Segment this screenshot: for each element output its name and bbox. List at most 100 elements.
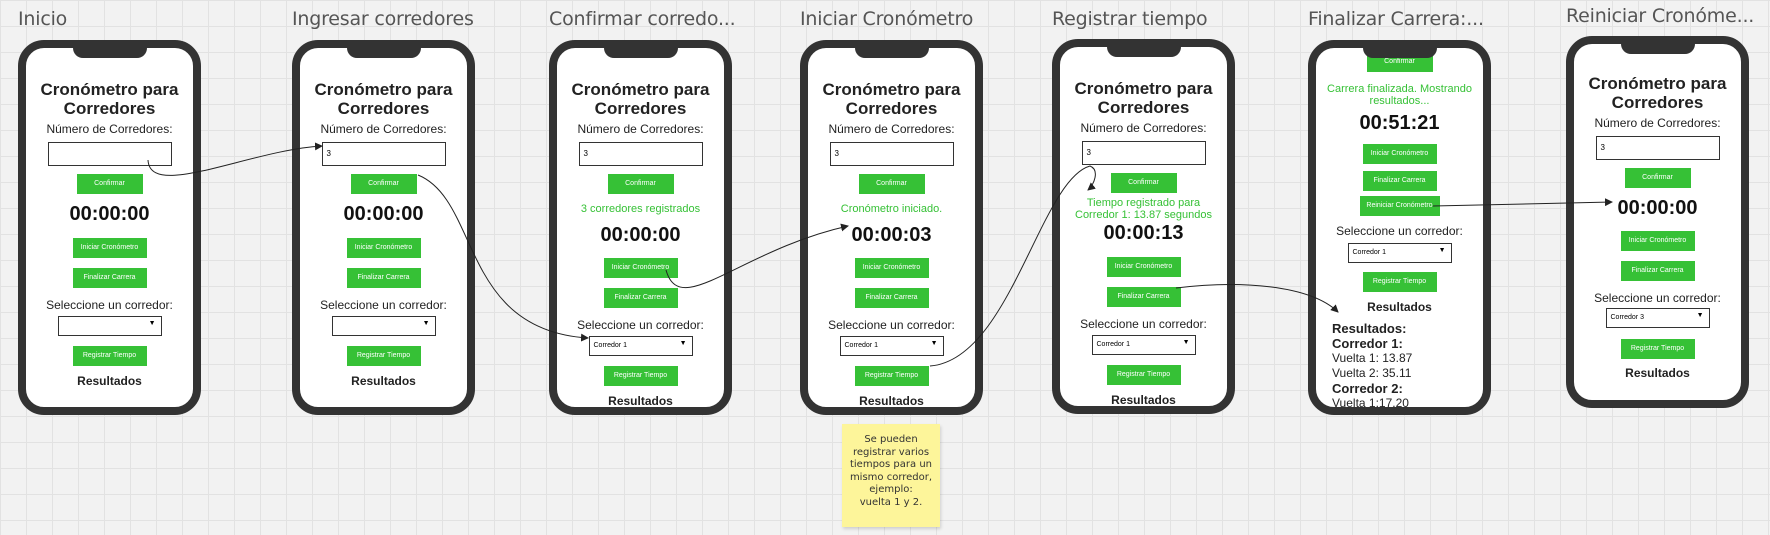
app-title: Cronómetro para Corredores [571, 80, 710, 118]
num-corredores-input[interactable]: 3 [578, 142, 703, 166]
confirm-button[interactable]: Confirmar [1624, 168, 1691, 188]
results-label: Resultados [1367, 300, 1432, 314]
phone-notch [72, 48, 147, 58]
sticky-line: Se pueden [864, 434, 918, 445]
num-label: Número de Corredores: [577, 122, 704, 136]
phone-confirmar: Cronómetro para Corredores Número de Corr… [549, 40, 732, 415]
phone-notch [854, 48, 929, 58]
finish-button[interactable]: Finalizar Carrera [603, 288, 678, 308]
finish-button[interactable]: Finalizar Carrera [1620, 261, 1695, 281]
finish-button[interactable]: Finalizar Carrera [1362, 171, 1437, 191]
app-title: Cronómetro para Corredores [1074, 79, 1213, 117]
runner-heading: Corredor 2: [1332, 381, 1403, 396]
lap-entry: Vuelta 2: 35.11 [1332, 366, 1412, 380]
runner-select[interactable]: Corredor 1 ▼ [1091, 335, 1196, 355]
timer-display: 00:00:00 [1617, 197, 1698, 219]
results-label: Resultados [77, 374, 142, 388]
num-label: Número de Corredores: [320, 122, 447, 136]
phone-notch [1362, 48, 1437, 58]
frame-title-ingresar[interactable]: Ingresar corredores [292, 8, 474, 30]
select-label: Seleccione un corredor: [1336, 224, 1463, 238]
caret-down-icon: ▼ [148, 320, 156, 327]
phone-notch [346, 48, 421, 58]
app-title: Cronómetro para Corredores [314, 80, 453, 118]
num-label: Número de Corredores: [1080, 121, 1207, 135]
finish-button[interactable]: Finalizar Carrera [854, 288, 929, 308]
start-button[interactable]: Iniciar Cronómetro [72, 238, 147, 258]
num-corredores-input[interactable]: 3 [829, 142, 954, 166]
start-button[interactable]: Iniciar Cronómetro [1620, 231, 1695, 251]
confirm-button[interactable]: Confirmar [1110, 173, 1177, 193]
runner-select[interactable]: Corredor 1 ▼ [1347, 243, 1452, 263]
phone-reiniciar: Cronómetro para Corredores Número de Corr… [1566, 36, 1749, 408]
confirm-button[interactable]: Confirmar [76, 174, 143, 194]
confirm-button[interactable]: Confirmar [350, 174, 417, 194]
sticky-line: registrar varios [852, 446, 930, 458]
record-button[interactable]: Registrar Tiempo [1106, 365, 1181, 385]
timer-display: 00:00:00 [343, 203, 424, 225]
finish-button[interactable]: Finalizar Carrera [72, 268, 147, 288]
results-heading: Resultados: [1332, 321, 1407, 336]
record-button[interactable]: Registrar Tiempo [1362, 272, 1437, 292]
finish-button[interactable]: Finalizar Carrera [346, 268, 421, 288]
status-message: Tiempo registrado para Corredor 1: 13.87 … [1075, 197, 1212, 221]
caret-down-icon: ▼ [679, 340, 687, 347]
frame-title-iniciar[interactable]: Iniciar Cronómetro [800, 8, 973, 30]
app-title: Cronómetro para Corredores [40, 80, 179, 118]
confirm-button[interactable]: Confirmar [607, 174, 674, 194]
results-label: Resultados [1625, 366, 1690, 380]
lap-entry: Vuelta 1:17.20 [1332, 396, 1409, 410]
results-label: Resultados [608, 394, 673, 408]
num-corredores-input[interactable] [47, 142, 172, 166]
num-corredores-input[interactable]: 3 [321, 142, 446, 166]
start-button[interactable]: Iniciar Cronómetro [346, 238, 421, 258]
record-button[interactable]: Registrar Tiempo [854, 366, 929, 386]
start-button[interactable]: Iniciar Cronómetro [603, 258, 678, 278]
frame-title-finalizar[interactable]: Finalizar Carrera:... [1308, 8, 1484, 30]
select-label: Seleccione un corredor: [320, 298, 447, 312]
results-label: Resultados [1111, 393, 1176, 407]
caret-down-icon: ▼ [930, 340, 938, 347]
sticky-line: vuelta 1 y 2. [859, 496, 923, 508]
runner-select[interactable]: Corredor 1 ▼ [839, 336, 944, 356]
phone-inicio: Cronómetro para Corredores Número de Corr… [18, 40, 201, 415]
sticky-note[interactable]: Se pueden registrar varios tiempos para … [842, 424, 940, 527]
start-button[interactable]: Iniciar Cronómetro [1362, 144, 1437, 164]
record-button[interactable]: Registrar Tiempo [1620, 339, 1695, 359]
start-button[interactable]: Iniciar Cronómetro [854, 258, 929, 278]
record-button[interactable]: Registrar Tiempo [72, 346, 147, 366]
frame-title-reiniciar[interactable]: Reiniciar Cronóme... [1566, 5, 1754, 27]
start-button[interactable]: Iniciar Cronómetro [1106, 257, 1181, 277]
timer-display: 00:00:00 [69, 203, 150, 225]
phone-notch [1620, 44, 1695, 54]
record-button[interactable]: Registrar Tiempo [346, 346, 421, 366]
confirm-button[interactable]: Confirmar [858, 174, 925, 194]
num-corredores-input[interactable]: 3 [1081, 141, 1206, 165]
results-list: Resultados: Corredor 1: Vuelta 1: 13.87 … [1332, 321, 1412, 410]
finish-button[interactable]: Finalizar Carrera [1106, 287, 1181, 307]
caret-down-icon: ▼ [1696, 312, 1704, 319]
select-label: Seleccione un corredor: [577, 318, 704, 332]
phone-registrar: Cronómetro para Corredores Número de Corr… [1052, 39, 1235, 414]
num-label: Número de Corredores: [828, 122, 955, 136]
timer-display: 00:00:13 [1103, 222, 1184, 244]
results-label: Resultados [351, 374, 416, 388]
frame-title-confirmar[interactable]: Confirmar corredo... [549, 8, 736, 30]
num-label: Número de Corredores: [1594, 116, 1721, 130]
phone-notch [603, 48, 678, 58]
runner-select[interactable]: ▼ [331, 316, 436, 336]
caret-down-icon: ▼ [422, 320, 430, 327]
restart-button[interactable]: Reiniciar Cronómetro [1359, 196, 1440, 216]
num-label: Número de Corredores: [46, 122, 173, 136]
runner-select[interactable]: Corredor 1 ▼ [588, 336, 693, 356]
status-message: Cronómetro iniciado. [840, 203, 943, 215]
runner-select[interactable]: ▼ [57, 316, 162, 336]
frame-title-registrar[interactable]: Registrar tiempo [1052, 8, 1208, 30]
runner-heading: Corredor 1: [1332, 336, 1403, 351]
frame-title-inicio[interactable]: Inicio [18, 8, 67, 30]
record-button[interactable]: Registrar Tiempo [603, 366, 678, 386]
phone-notch [1106, 47, 1181, 57]
caret-down-icon: ▼ [1182, 339, 1190, 346]
runner-select[interactable]: Corredor 3 ▼ [1605, 308, 1710, 328]
num-corredores-input[interactable]: 3 [1595, 136, 1720, 160]
